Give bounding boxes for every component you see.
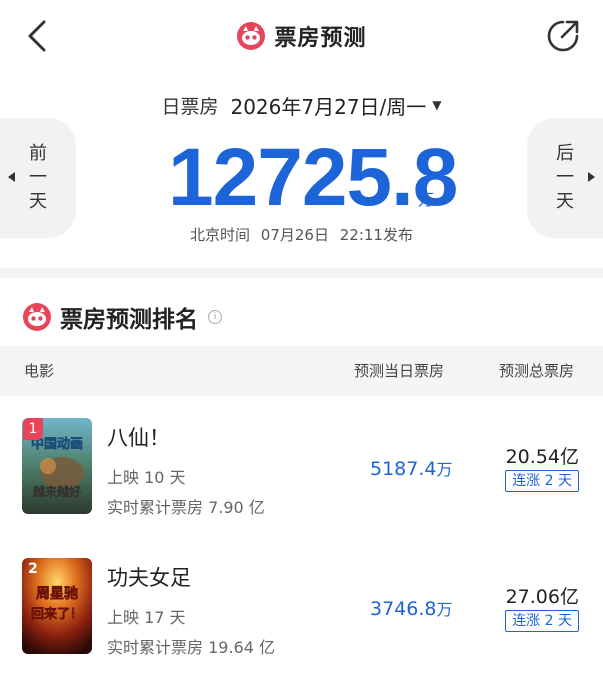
top-bar: 票房预测	[0, 0, 603, 74]
next-day-label: 后一天	[556, 143, 574, 212]
next-day-button[interactable]: 后一天	[527, 118, 603, 238]
release-days: 上映 10 天	[107, 468, 186, 487]
movie-name[interactable]: 功夫女足	[107, 562, 191, 592]
rank-badge: 2	[28, 561, 38, 577]
daily-boxoffice-unit: 万	[418, 190, 435, 209]
table-header: 电影 预测当日票房 预测总票房	[0, 346, 603, 396]
release-days: 上映 17 天	[107, 608, 186, 627]
column-daily: 预测当日票房	[354, 362, 445, 380]
title-area: 票房预测	[0, 18, 603, 54]
ranking-title: 票房预测排名	[60, 307, 198, 333]
date-value[interactable]: 2026年7月27日/周一	[230, 91, 426, 120]
table-row[interactable]: 周星驰 回来了！ 2 功夫女足 上映 17 天 实时累计票房 19.64 亿 3…	[0, 538, 603, 678]
date-selector[interactable]: 日票房 2026年7月27日/周一 ▼	[0, 90, 603, 120]
caret-right-icon	[588, 172, 595, 182]
predicted-total: 20.54亿	[505, 446, 579, 468]
maoyan-logo-icon	[23, 303, 51, 331]
prev-day-button[interactable]: 前一天	[0, 118, 76, 238]
trend-badge: 连涨 2 天	[505, 470, 579, 492]
predicted-daily: 5187.4万	[370, 458, 453, 480]
predicted-total: 27.06亿	[505, 586, 579, 608]
column-total: 预测总票房	[499, 362, 575, 380]
cumulative-boxoffice: 实时累计票房 19.64 亿	[107, 638, 275, 657]
daily-boxoffice-amount: 12725.8	[168, 132, 458, 223]
predicted-daily: 3746.8万	[370, 598, 453, 620]
column-film: 电影	[24, 362, 55, 380]
info-icon[interactable]: i	[208, 310, 222, 324]
date-type-label: 日票房	[161, 95, 219, 118]
svg-text:越来越好: 越来越好	[32, 484, 81, 499]
section-divider	[0, 268, 603, 278]
maoyan-logo-icon	[237, 22, 266, 50]
cumulative-boxoffice: 实时累计票房 7.90 亿	[107, 498, 265, 517]
trend-badge: 连涨 2 天	[505, 610, 579, 632]
caret-down-icon[interactable]: ▼	[432, 98, 441, 112]
rank-badge: 1	[23, 418, 43, 440]
movie-name[interactable]: 八仙！	[107, 422, 170, 452]
share-icon[interactable]	[545, 18, 581, 54]
page-title: 票房预测	[274, 26, 367, 51]
publish-time: 北京时间 07月26日 22:11发布	[190, 226, 413, 244]
prev-day-label: 前一天	[29, 143, 47, 212]
ranking-header: 票房预测排名 i	[22, 300, 222, 334]
table-row[interactable]: 中国动画 越来越好 1 八仙！ 上映 10 天 实时累计票房 7.90 亿 51…	[0, 398, 603, 538]
svg-text:周星驰: 周星驰	[36, 586, 78, 602]
svg-text:回来了！: 回来了！	[31, 606, 83, 622]
caret-left-icon	[8, 172, 15, 182]
